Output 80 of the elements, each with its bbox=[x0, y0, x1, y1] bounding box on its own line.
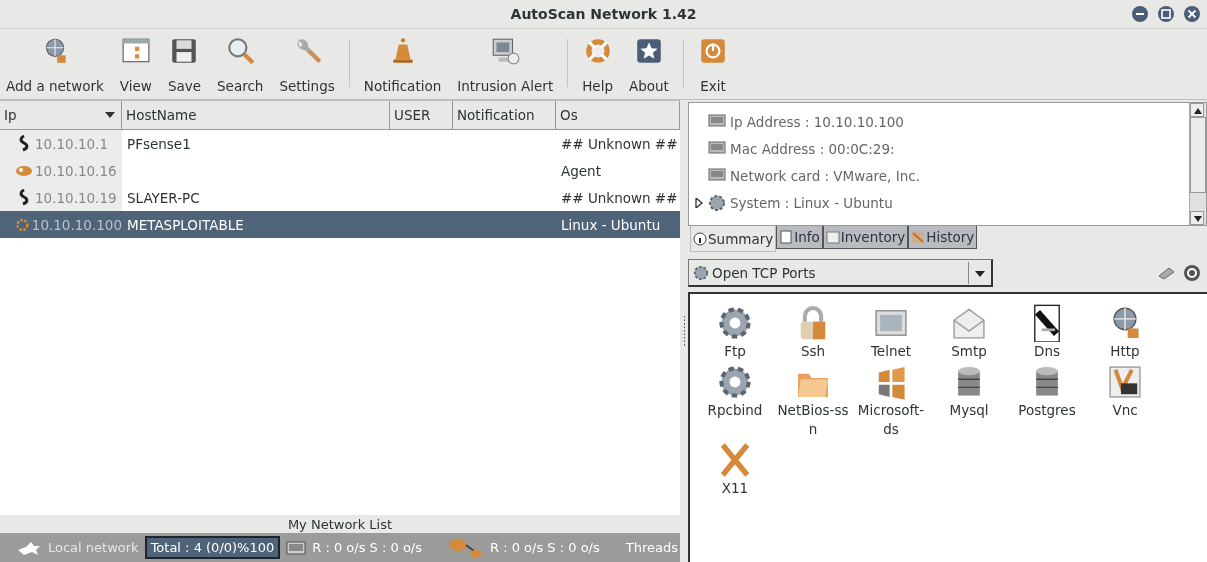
port-label[interactable]: Telnet bbox=[854, 342, 928, 361]
toolbar-button[interactable]: Notification bbox=[359, 29, 446, 99]
table-row[interactable]: 10.10.10.1 PFsense1 ## Unknown ## bbox=[0, 130, 680, 157]
list-title: My Network List bbox=[287, 516, 393, 532]
total-count: Total : 4 (0/0)%100 bbox=[144, 536, 281, 559]
gear-icon bbox=[708, 193, 726, 212]
local-rate: R : 0 o/s S : 0 o/s bbox=[312, 540, 422, 555]
threads-label: Threads bbox=[625, 540, 679, 555]
table-cell: SLAYER-PC bbox=[127, 189, 200, 206]
status-network: Local network bbox=[48, 540, 139, 555]
port-label[interactable]: Ftp bbox=[698, 342, 772, 361]
toolbar-button[interactable]: About bbox=[625, 29, 673, 99]
port-label[interactable]: Http bbox=[1088, 342, 1162, 361]
table-cell: ## Unknown ## bbox=[561, 135, 678, 152]
table-cell: 10.10.10.1 bbox=[35, 135, 108, 152]
column-header[interactable]: Notification bbox=[453, 101, 556, 129]
column-header[interactable]: HostName bbox=[122, 101, 390, 129]
table-row[interactable]: 10.10.10.100 METASPLOITABLE Linux - Ubuntu bbox=[0, 211, 680, 238]
tab-icon bbox=[825, 230, 840, 244]
vnc-icon bbox=[1106, 363, 1144, 401]
refresh-icon[interactable] bbox=[1183, 264, 1201, 282]
tab[interactable]: Inventory bbox=[822, 226, 909, 249]
table-cell: Linux - Ubuntu bbox=[561, 216, 661, 233]
tab[interactable]: Info bbox=[776, 226, 823, 249]
port-label[interactable]: Ssh bbox=[776, 342, 850, 361]
port-label[interactable]: Microsoft-ds bbox=[854, 401, 928, 439]
computer-icon bbox=[490, 36, 521, 66]
table-cell: 10.10.10.19 bbox=[35, 189, 117, 206]
tab-icon bbox=[779, 230, 794, 244]
port-label[interactable]: Vnc bbox=[1088, 401, 1162, 420]
close-button[interactable] bbox=[1183, 5, 1201, 23]
detail-item[interactable]: Mac Address : 00:0C:29: bbox=[730, 140, 895, 157]
agent-rate: R : 0 o/s S : 0 o/s bbox=[490, 540, 600, 555]
magnifier-icon bbox=[225, 36, 256, 66]
scroll-down-icon[interactable] bbox=[1190, 211, 1204, 225]
agent-icon bbox=[448, 536, 484, 559]
tab-icon bbox=[911, 230, 926, 244]
toolbar-button[interactable]: Help bbox=[578, 29, 617, 99]
tab[interactable]: Summary bbox=[690, 226, 777, 252]
port-label[interactable]: Mysql bbox=[932, 401, 1006, 420]
gear-icon bbox=[716, 363, 754, 401]
toolbar-button[interactable]: Save bbox=[163, 29, 205, 99]
detail-item[interactable]: Ip Address : 10.10.10.100 bbox=[730, 113, 904, 130]
port-label[interactable]: Postgres bbox=[1010, 401, 1084, 420]
detail-item[interactable]: Network card : VMware, Inc. bbox=[730, 167, 920, 184]
toolbar-button[interactable]: View bbox=[115, 29, 156, 99]
gear-icon bbox=[693, 264, 709, 281]
table-cell: 10.10.10.100 bbox=[31, 216, 122, 233]
table-cell: METASPLOITABLE bbox=[127, 216, 244, 233]
table-cell: ## Unknown ## bbox=[561, 189, 678, 206]
view-dropdown[interactable]: Open TCP Ports bbox=[688, 259, 993, 287]
scrollbar-thumb[interactable] bbox=[1190, 117, 1206, 193]
toolbar-button[interactable]: Search bbox=[213, 29, 268, 99]
scrollbar[interactable] bbox=[1189, 103, 1206, 225]
window-title: AutoScan Network 1.42 bbox=[510, 6, 697, 22]
tab[interactable]: History bbox=[908, 226, 978, 249]
toolbar-button[interactable]: Settings bbox=[275, 29, 339, 99]
port-label[interactable]: Dns bbox=[1010, 342, 1084, 361]
port-label[interactable]: X11 bbox=[698, 479, 772, 498]
maximize-button[interactable] bbox=[1157, 5, 1175, 23]
column-header[interactable]: Ip bbox=[0, 101, 122, 129]
table-row[interactable]: 10.10.10.16 Agent bbox=[0, 157, 680, 184]
toolbar-button[interactable]: Add a network bbox=[2, 29, 108, 99]
toolbar-button[interactable]: Exit bbox=[693, 29, 732, 99]
port-label[interactable]: Rpcbind bbox=[698, 401, 772, 420]
scroll-up-icon[interactable] bbox=[1190, 103, 1204, 117]
tab-icon bbox=[693, 231, 707, 246]
table-cell: 10.10.10.16 bbox=[35, 162, 117, 179]
toolbar-button[interactable]: Intrusion Alert bbox=[453, 29, 558, 99]
port-label[interactable]: Smtp bbox=[932, 342, 1006, 361]
detail-item[interactable]: System : Linux - Ubuntu bbox=[730, 194, 893, 211]
expander-icon[interactable] bbox=[695, 197, 704, 208]
table-cell: Agent bbox=[561, 162, 601, 179]
minimize-button[interactable] bbox=[1131, 5, 1149, 23]
table-row[interactable]: 10.10.10.19 SLAYER-PC ## Unknown ## bbox=[0, 184, 680, 211]
table-cell: PFsense1 bbox=[127, 135, 191, 152]
port-label[interactable]: NetBios-ssn bbox=[776, 401, 850, 439]
gear-icon bbox=[716, 304, 754, 342]
column-header[interactable]: USER bbox=[390, 101, 453, 129]
splitter-handle[interactable] bbox=[682, 316, 686, 346]
